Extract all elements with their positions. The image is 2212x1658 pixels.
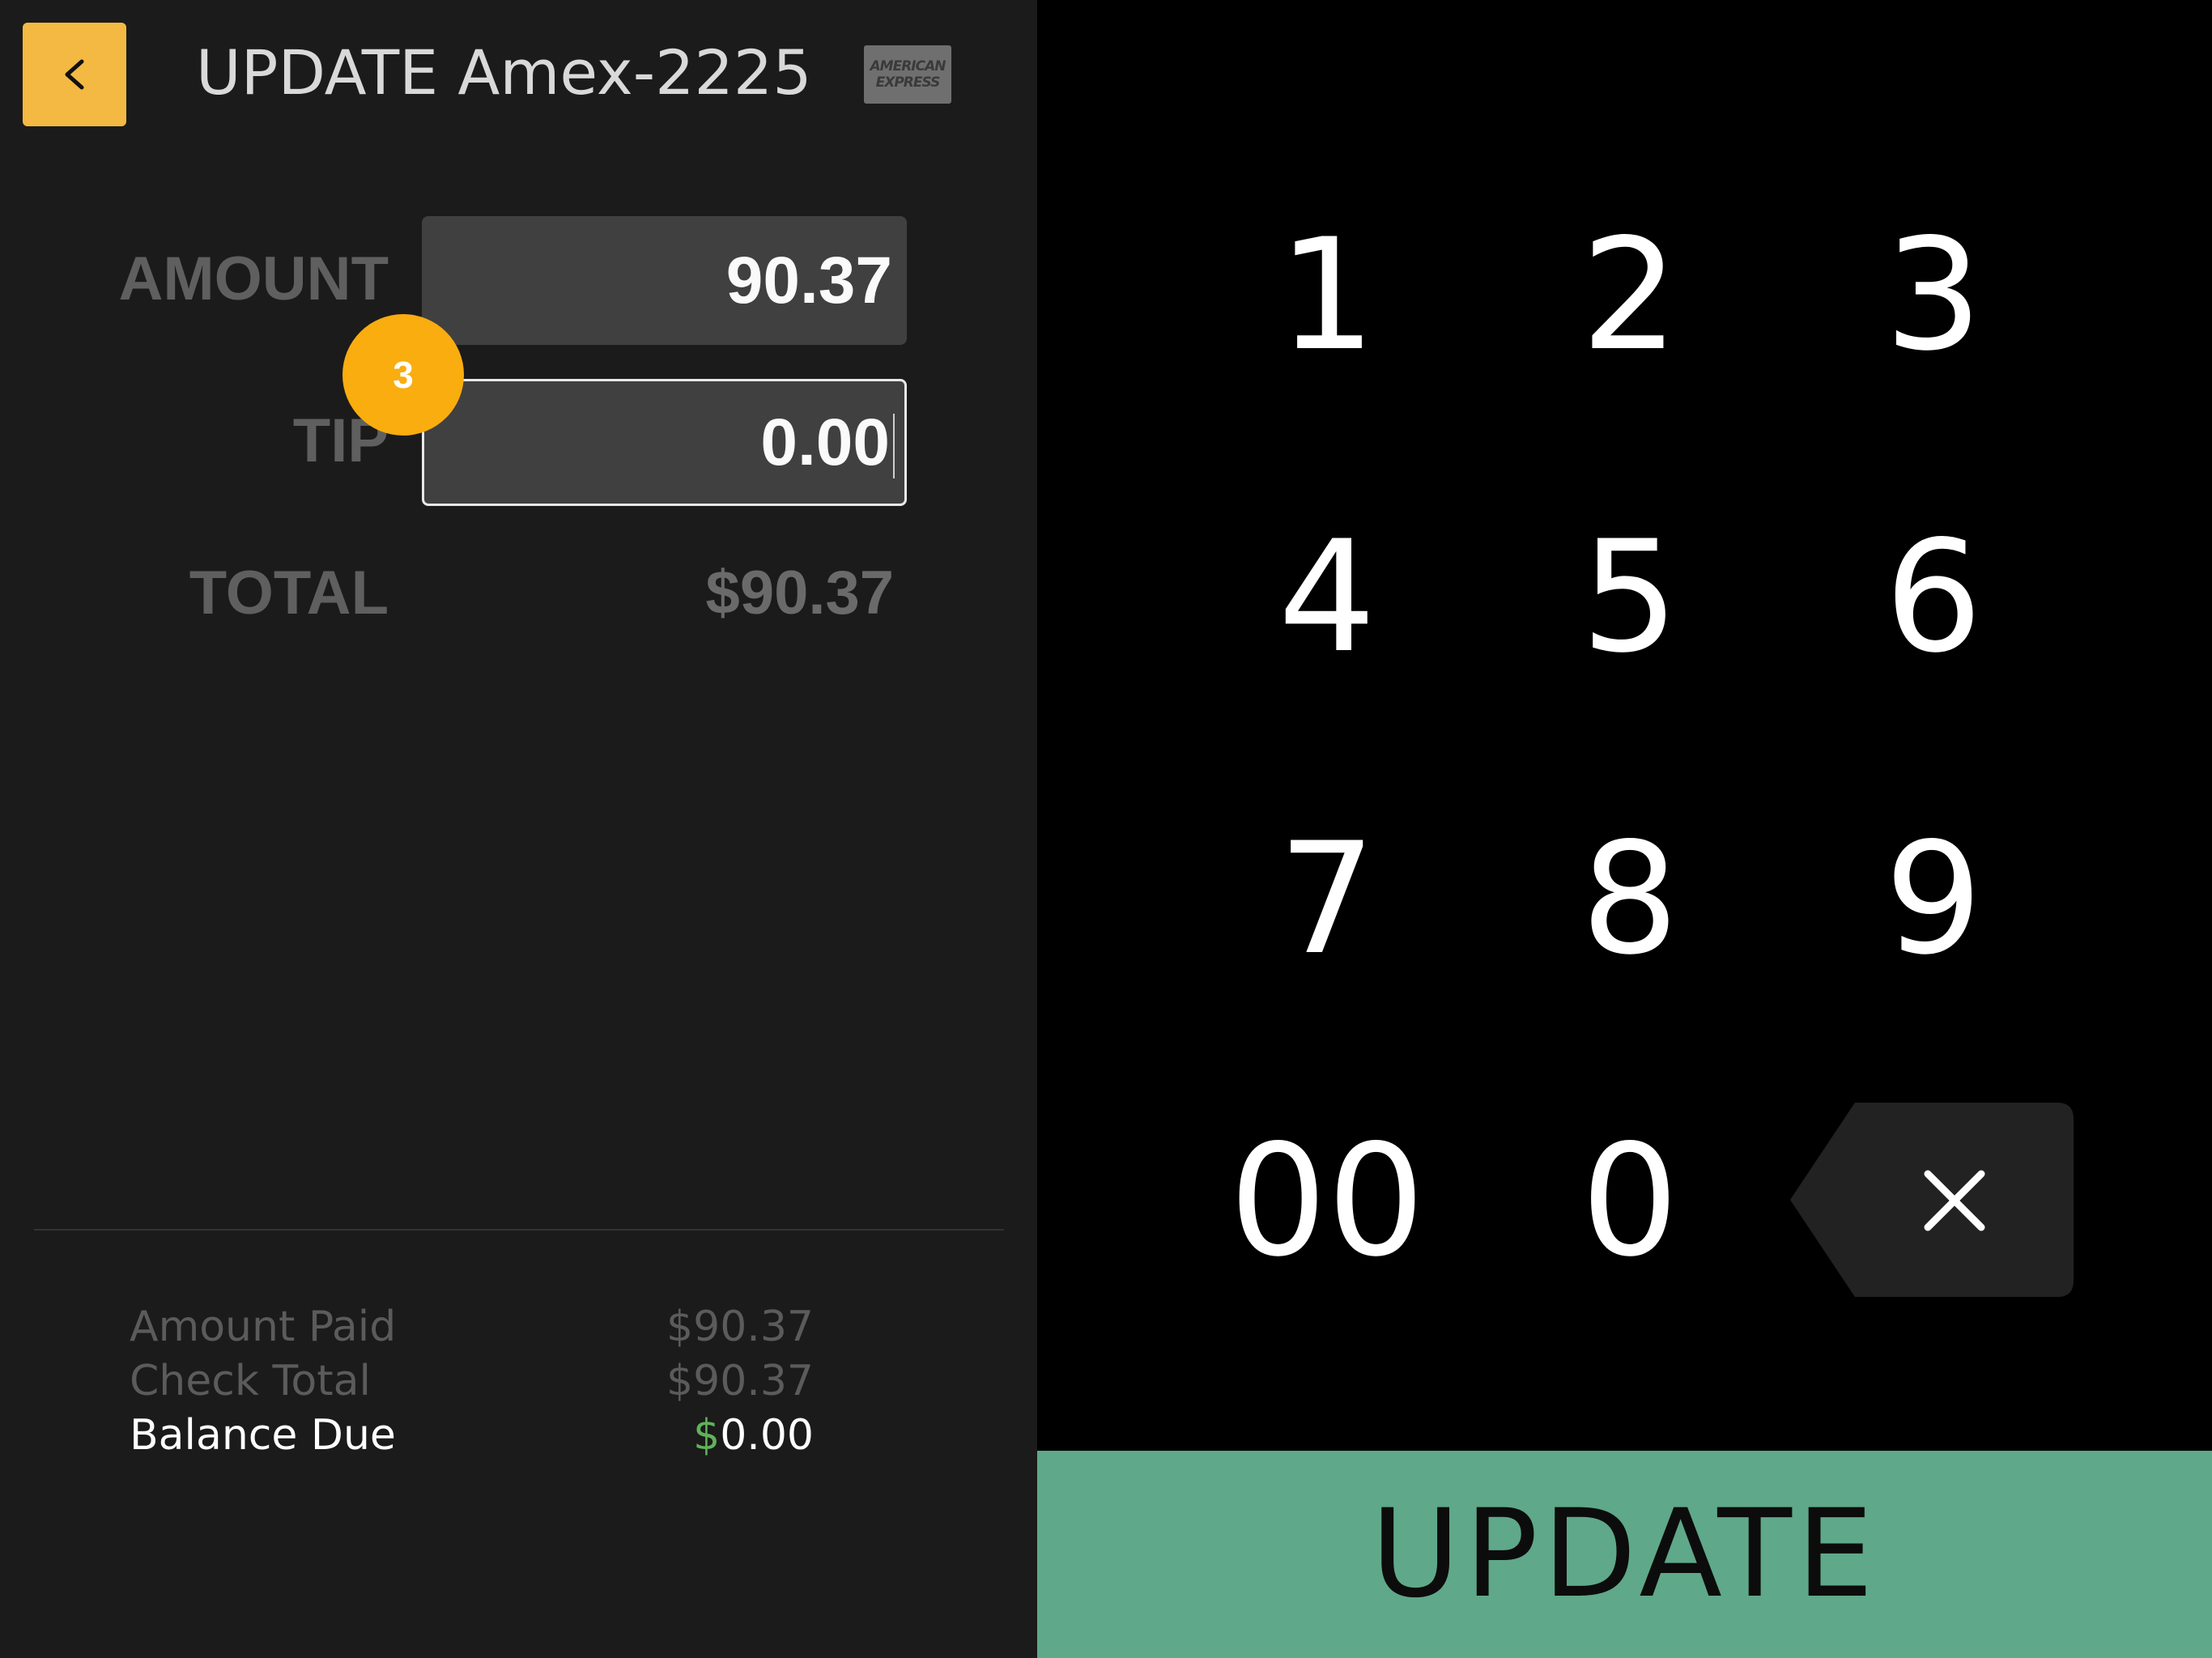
key-7[interactable]: 7: [1222, 810, 1432, 988]
amount-field[interactable]: 90.37: [422, 216, 907, 345]
key-9[interactable]: 9: [1828, 810, 2039, 988]
total-value: $90.37: [705, 559, 894, 627]
key-4[interactable]: 4: [1222, 508, 1432, 687]
back-button[interactable]: [23, 23, 126, 126]
tip-label: TIP: [292, 406, 389, 475]
check-total-label: Check Total: [130, 1357, 371, 1405]
chevron-left-icon: [65, 59, 84, 90]
balance-due-value: $0.00: [567, 1409, 814, 1462]
total-label: TOTAL: [189, 559, 389, 627]
payment-detail-panel: UPDATE Amex-2225 AMERICAN EXPRESS AMOUNT…: [0, 0, 1037, 1658]
amex-logo-line2: EXPRESS: [875, 74, 941, 91]
balance-due-amount: 0.00: [720, 1411, 814, 1460]
tip-value: 0.00: [760, 406, 890, 479]
amount-paid-label: Amount Paid: [130, 1303, 397, 1351]
keypad-panel: 1 2 3 4 5 6 7 8 9 00 0 UPDATE: [1037, 0, 2212, 1658]
key-00[interactable]: 00: [1222, 1112, 1432, 1290]
backspace-icon: [1790, 1103, 2074, 1297]
step-badge: 3: [342, 314, 464, 436]
balance-due-currency: $: [693, 1411, 721, 1460]
key-6[interactable]: 6: [1828, 508, 2039, 687]
update-button[interactable]: UPDATE: [1037, 1451, 2212, 1658]
balance-due-label: Balance Due: [130, 1411, 396, 1460]
key-1[interactable]: 1: [1222, 206, 1432, 385]
check-total-value: $90.37: [666, 1357, 814, 1405]
text-caret: [893, 414, 895, 478]
amex-card-icon: AMERICAN EXPRESS: [864, 45, 951, 104]
key-8[interactable]: 8: [1525, 810, 1735, 988]
tip-field[interactable]: 0.00: [422, 379, 907, 506]
key-5[interactable]: 5: [1525, 508, 1735, 687]
amount-label: AMOUNT: [118, 244, 389, 313]
key-3[interactable]: 3: [1828, 206, 2039, 385]
divider: [34, 1229, 1004, 1231]
key-2[interactable]: 2: [1525, 206, 1735, 385]
amount-paid-value: $90.37: [666, 1303, 814, 1351]
amex-logo-line1: AMERICAN: [870, 58, 946, 74]
page-title: UPDATE Amex-2225: [196, 36, 812, 108]
key-0[interactable]: 0: [1525, 1112, 1735, 1290]
backspace-button[interactable]: [1790, 1103, 2074, 1297]
